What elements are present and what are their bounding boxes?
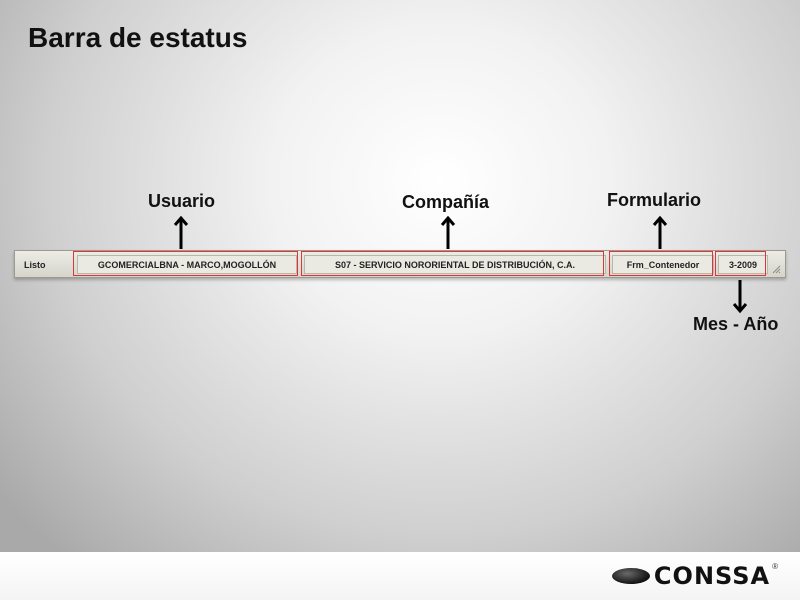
status-bar: Listo GCOMERCIALBNA - MARCO,MOGOLLÓN S07… (14, 250, 786, 278)
status-user-cell: GCOMERCIALBNA - MARCO,MOGOLLÓN (77, 255, 297, 274)
arrow-down-icon (732, 280, 748, 314)
status-ready-text: Listo (24, 259, 46, 270)
status-company-cell: S07 - SERVICIO NORORIENTAL DE DISTRIBUCI… (304, 255, 606, 274)
label-usuario: Usuario (148, 191, 216, 211)
status-period-cell: 3-2009 (718, 255, 768, 274)
brand-logo: CONSSA ® (611, 562, 778, 590)
status-form-cell: Frm_Contenedor (612, 255, 714, 274)
label-compania: Compañía (402, 192, 490, 212)
logo-disk-icon (611, 568, 650, 584)
label-formulario: Formulario (607, 190, 702, 210)
registered-mark: ® (772, 562, 778, 571)
label-mes-anio: Mes - Año (693, 314, 779, 334)
brand-name: CONSSA (653, 562, 771, 590)
arrow-up-icon (652, 215, 668, 249)
slide-title: Barra de estatus (28, 22, 248, 53)
resize-grip-icon[interactable] (771, 264, 781, 274)
arrow-up-icon (173, 215, 189, 249)
arrow-up-icon (440, 215, 456, 249)
